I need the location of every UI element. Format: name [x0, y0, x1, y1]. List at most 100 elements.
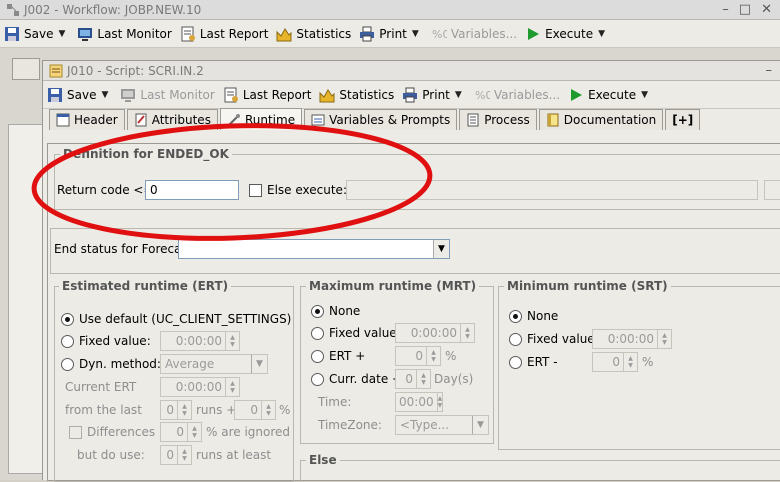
else-execute-browse-button[interactable] [764, 180, 780, 200]
close-icon[interactable]: ✕ [761, 2, 772, 17]
tab-documentation[interactable]: Documentation [538, 109, 664, 130]
svg-text:%0: %0 [475, 89, 490, 102]
outer-canvas-stub [8, 124, 44, 474]
mrt-fixed-value-radio[interactable] [311, 327, 324, 340]
ert-dyn-method-radio[interactable] [61, 358, 74, 371]
documentation-icon [546, 113, 560, 127]
tab-add[interactable]: [+] [665, 109, 701, 130]
monitor-icon [77, 26, 93, 42]
statistics-icon [276, 26, 292, 42]
srt-fixed-value-spinner[interactable]: 0:00:00 ▲ ▼ [592, 329, 672, 349]
chevron-down-icon[interactable]: ▼ [251, 355, 267, 373]
srt-title: Minimum runtime (SRT) [504, 279, 671, 293]
inner-print-button[interactable]: Print ▼ [402, 87, 466, 103]
mrt-curr-date-radio[interactable] [311, 373, 324, 386]
inner-minimize-icon[interactable]: – [766, 63, 773, 78]
ert-use-spinner[interactable]: 0 ▲ ▼ [160, 445, 192, 465]
ert-differences-label: Differences > [87, 425, 169, 439]
outer-statistics-button[interactable]: Statistics [276, 26, 351, 42]
ert-fixed-value-label: Fixed value: [79, 334, 151, 348]
mrt-curr-date-spinner[interactable]: 0 ▲ ▼ [395, 369, 431, 389]
mrt-fixed-value-spinner[interactable]: 0:00:00 ▲ ▼ [395, 323, 475, 343]
forecast-label: End status for Forecast: [54, 242, 197, 256]
tab-attributes[interactable]: Attributes [126, 109, 218, 130]
mrt-ert-plus-spinner[interactable]: 0 ▲ ▼ [395, 346, 441, 366]
ert-dyn-method-label: Dyn. method: [79, 357, 161, 371]
srt-ert-minus-radio[interactable] [509, 356, 522, 369]
runtime-panel: Definition for ENDED_OK Return code <=: … [47, 143, 780, 482]
mrt-title: Maximum runtime (MRT) [306, 279, 480, 293]
ert-runs-at-least-label: runs at least [196, 448, 272, 462]
return-code-label: Return code <=: [57, 183, 158, 197]
ert-runs-plus-label: runs + [196, 403, 237, 417]
minimize-icon[interactable]: – [722, 2, 729, 17]
report-icon [223, 87, 239, 103]
mrt-time-label: Time: [318, 395, 352, 409]
mrt-none-radio[interactable] [311, 305, 324, 318]
ert-differences-spinner[interactable]: 0 ▲ ▼ [160, 422, 202, 442]
statistics-icon [319, 87, 335, 103]
srt-fixed-value-radio[interactable] [509, 333, 522, 346]
print-icon [359, 26, 375, 42]
inner-variables-button[interactable]: %0 Variables... [474, 87, 560, 103]
mrt-time-spinner[interactable]: 00:00 ▲ ▼ [395, 392, 443, 412]
mrt-ert-plus-radio[interactable] [311, 350, 324, 363]
ert-fixed-value-radio[interactable] [61, 335, 74, 348]
process-icon [466, 113, 480, 127]
srt-none-radio[interactable] [509, 310, 522, 323]
save-icon [47, 87, 63, 103]
inner-execute-button[interactable]: Execute ▼ [568, 87, 652, 103]
tab-header[interactable]: Header [49, 109, 125, 130]
else-execute-input[interactable] [346, 180, 758, 200]
inner-last-report-button[interactable]: Last Report [223, 87, 311, 103]
srt-ert-minus-spinner[interactable]: 0 ▲ ▼ [592, 352, 638, 372]
outer-title: J002 - Workflow: JOBP.NEW.10 [24, 2, 202, 17]
ert-current-label: Current ERT [65, 380, 137, 394]
outer-tab-stub[interactable] [12, 58, 40, 80]
ert-use-default-radio[interactable] [61, 313, 74, 326]
ert-use-default-label: Use default (UC_CLIENT_SETTINGS) [79, 312, 292, 326]
outer-last-report-button[interactable]: Last Report [180, 26, 268, 42]
outer-last-monitor-button[interactable]: Last Monitor [77, 26, 172, 42]
inner-save-button[interactable]: Save ▼ [47, 87, 112, 103]
inner-tabs: Header Attributes Runtime Variables & Pr… [43, 108, 780, 130]
ert-runs-spinner[interactable]: 0 ▲ ▼ [160, 400, 192, 420]
svg-text:%0: %0 [432, 28, 447, 41]
tab-runtime[interactable]: Runtime [219, 108, 303, 130]
tab-variables-prompts[interactable]: Variables & Prompts [304, 109, 458, 130]
tab-process[interactable]: Process [459, 109, 537, 130]
inner-statistics-button[interactable]: Statistics [319, 87, 394, 103]
report-icon [180, 26, 196, 42]
forecast-select[interactable]: ▼ [178, 239, 450, 259]
mrt-timezone-select[interactable]: <Type... ▼ [395, 415, 489, 435]
ert-current-spinner[interactable]: 0:00:00 ▲ ▼ [160, 377, 240, 397]
chevron-down-icon[interactable]: ▼ [433, 240, 449, 258]
outer-print-button[interactable]: Print ▼ [359, 26, 423, 42]
ert-fixed-value-spinner[interactable]: 0:00:00 ▲ ▼ [160, 331, 240, 351]
outer-execute-button[interactable]: Execute ▼ [525, 26, 609, 42]
ert-differences-checkbox[interactable] [69, 426, 82, 439]
runtime-icon [227, 113, 241, 127]
ert-but-do-use-label: but do use: [77, 448, 145, 462]
else-execute-checkbox[interactable] [249, 184, 262, 197]
inner-toolbar: Save ▼ Last Monitor Last Report Statistic… [43, 81, 780, 109]
maximize-icon[interactable]: □ [739, 2, 751, 17]
attributes-icon [134, 113, 148, 127]
chevron-down-icon[interactable]: ▼ [472, 416, 488, 434]
variables-icon: %0 [431, 26, 449, 42]
variables-prompts-icon [311, 113, 325, 127]
ert-percent-spinner[interactable]: 0 ▲ ▼ [234, 400, 276, 420]
outer-save-button[interactable]: Save ▼ [4, 26, 69, 42]
inner-title: J010 - Script: SCRI.IN.2 [67, 63, 204, 78]
mrt-percent-label: % [445, 349, 457, 363]
inner-titlebar[interactable]: J010 - Script: SCRI.IN.2 – [43, 61, 780, 81]
return-code-input[interactable]: 0 [145, 180, 239, 200]
print-icon [402, 87, 418, 103]
variables-icon: %0 [474, 87, 492, 103]
srt-percent-label: % [642, 355, 654, 369]
ert-dyn-method-select[interactable]: Average ▼ [160, 354, 268, 374]
srt-fixed-value-label: Fixed value: [527, 332, 599, 346]
outer-variables-button[interactable]: %0 Variables... [431, 26, 517, 42]
inner-last-monitor-button[interactable]: Last Monitor [120, 87, 215, 103]
outer-titlebar[interactable]: J002 - Workflow: JOBP.NEW.10 – □ ✕ [0, 0, 780, 20]
